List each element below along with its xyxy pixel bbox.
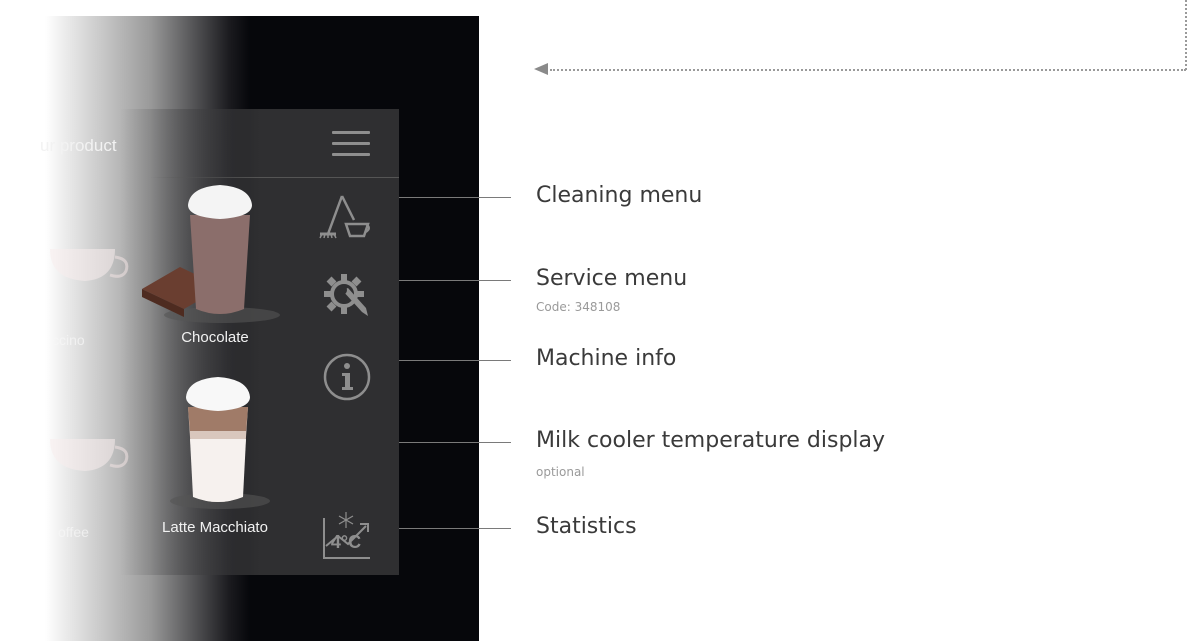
info-icon[interactable] [322,352,372,402]
coffee-cup-icon[interactable] [30,409,130,479]
callout-milk-cooler-optional: optional [536,465,585,479]
chocolate-glass-icon [142,185,280,323]
callout-line-statistics [399,528,511,529]
callout-service-code: Code: 348108 [536,300,621,314]
menu-panel: ur product ccino Chocolate offee Latte M… [0,109,399,575]
callout-cleaning-menu: Cleaning menu [536,183,703,208]
callout-line-machine-info [399,360,511,361]
dotted-arrow-horizontal [550,69,1186,71]
product-label-chocolate: Chocolate [181,329,249,346]
callout-line-service [399,280,511,281]
product-chocolate[interactable]: Chocolate [140,177,290,357]
product-latte-macchiato[interactable]: Latte Macchiato [140,369,290,549]
arrow-left-icon [534,63,548,75]
product-label-latte-macchiato: Latte Macchiato [162,519,268,536]
dotted-arrow-vertical [1185,0,1187,70]
callout-service-menu: Service menu [536,266,688,291]
product-label-coffee: offee [58,524,89,540]
callout-milk-cooler: Milk cooler temperature display [536,428,886,453]
broom-cleaning-icon[interactable] [318,194,372,240]
product-label-cappuccino: ccino [52,332,85,348]
callout-machine-info: Machine info [536,346,677,371]
callout-line-milk-cooler [399,442,511,443]
panel-title: ur product [40,136,117,155]
latte-glass-icon [170,377,270,509]
gear-wrench-icon[interactable] [322,272,372,322]
hamburger-menu-icon[interactable] [332,131,370,159]
chart-line-icon[interactable] [322,516,372,560]
callout-line-cleaning [399,197,511,198]
machine-display: ur product ccino Chocolate offee Latte M… [0,16,479,641]
callout-statistics: Statistics [536,514,637,539]
cappuccino-cup-icon[interactable] [30,219,130,289]
